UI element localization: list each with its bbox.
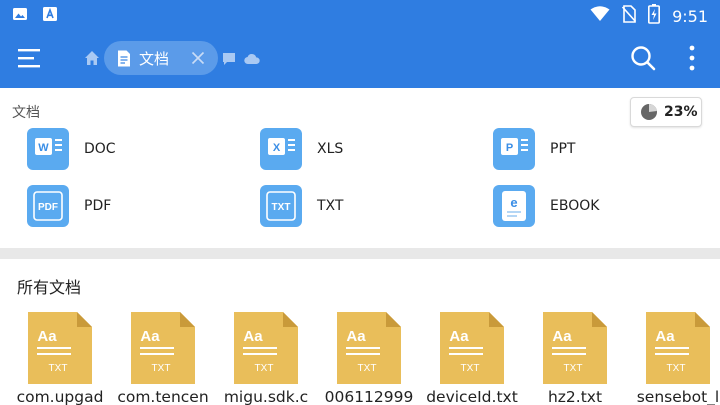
tab-label: 文档 (139, 49, 170, 68)
image-icon (12, 6, 28, 26)
file-glyph: Aa (655, 328, 675, 345)
chat-icon[interactable] (222, 51, 236, 65)
document-icon (118, 50, 130, 66)
more-options-button[interactable] (686, 44, 698, 72)
file-name: deviceId.txt (426, 388, 518, 405)
category-ppt[interactable]: P PPT (493, 128, 575, 170)
category-ebook[interactable]: e EBOOK (493, 185, 599, 227)
txt-file-icon: Aa TXT (337, 312, 401, 384)
category-txt[interactable]: TXT TXT (260, 185, 343, 227)
file-glyph: Aa (37, 328, 57, 345)
section-divider (0, 248, 720, 259)
app-toolbar: 文档 (0, 30, 720, 88)
close-tab-button[interactable] (190, 50, 206, 66)
txt-file-icon: Aa TXT (234, 312, 298, 384)
category-xls[interactable]: X XLS (260, 128, 343, 170)
no-sim-icon (621, 5, 637, 27)
menu-button[interactable] (18, 47, 44, 69)
word-doc-icon: W (27, 128, 69, 170)
file-glyph: Aa (243, 328, 263, 345)
category-label: XLS (317, 141, 344, 157)
file-name: migu.sdk.c (223, 388, 309, 405)
file-type-label: TXT (461, 363, 480, 374)
file-name: 006112999 (324, 388, 414, 405)
wifi-icon (590, 6, 610, 26)
battery-charging-icon (648, 4, 661, 28)
svg-text:W: W (38, 142, 49, 154)
file-name: com.upgad (16, 388, 104, 405)
breadcrumb-home-button[interactable] (84, 50, 100, 66)
ebook-icon: e (493, 185, 535, 227)
file-type-label: TXT (49, 363, 68, 374)
excel-doc-icon: X (260, 128, 302, 170)
category-label: PDF (84, 198, 112, 214)
txt-file-icon: Aa TXT (543, 312, 607, 384)
storage-usage-percent: 23% (664, 104, 698, 120)
file-glyph: Aa (552, 328, 572, 345)
svg-text:TXT: TXT (272, 202, 291, 213)
category-section-title: 文档 (12, 105, 40, 121)
file-glyph: Aa (346, 328, 366, 345)
file-glyph: Aa (449, 328, 469, 345)
svg-text:X: X (273, 142, 281, 154)
search-button[interactable] (630, 45, 656, 71)
svg-text:e: e (510, 195, 517, 210)
status-bar: 9:51 (0, 0, 720, 30)
category-label: DOC (84, 141, 116, 157)
powerpoint-doc-icon: P (493, 128, 535, 170)
txt-file-icon: Aa TXT (440, 312, 504, 384)
txt-file-icon: Aa TXT (28, 312, 92, 384)
close-icon (191, 51, 205, 65)
home-icon (85, 51, 99, 65)
file-glyph: Aa (140, 328, 160, 345)
txt-file-icon: Aa TXT (131, 312, 195, 384)
pie-usage-icon (641, 104, 657, 120)
font-icon (42, 6, 58, 26)
file-name: com.tencen (117, 388, 209, 405)
clock: 9:51 (672, 6, 708, 26)
txt-file-icon: Aa TXT (646, 312, 710, 384)
file-type-label: TXT (564, 363, 583, 374)
category-label: PPT (550, 141, 576, 157)
search-icon (631, 46, 656, 71)
more-vertical-icon (689, 45, 695, 71)
all-documents-title: 所有文档 (17, 278, 82, 297)
pdf-doc-icon: PDF (27, 185, 69, 227)
cloud-icon[interactable] (244, 51, 260, 65)
file-type-label: TXT (152, 363, 171, 374)
storage-usage-badge[interactable]: 23% (630, 97, 702, 127)
file-name: sensebot_l (636, 388, 720, 405)
breadcrumb-tab-documents[interactable]: 文档 (104, 41, 218, 75)
category-doc[interactable]: W DOC (27, 128, 116, 170)
file-type-label: TXT (358, 363, 377, 374)
hamburger-icon (18, 49, 40, 68)
file-type-label: TXT (255, 363, 274, 374)
category-label: EBOOK (550, 198, 600, 214)
svg-text:P: P (506, 142, 513, 154)
category-label: TXT (317, 198, 344, 214)
txt-doc-icon: TXT (260, 185, 302, 227)
svg-text:PDF: PDF (38, 202, 58, 213)
file-name: hz2.txt (547, 388, 603, 405)
category-pdf[interactable]: PDF PDF (27, 185, 111, 227)
file-type-label: TXT (667, 363, 686, 374)
